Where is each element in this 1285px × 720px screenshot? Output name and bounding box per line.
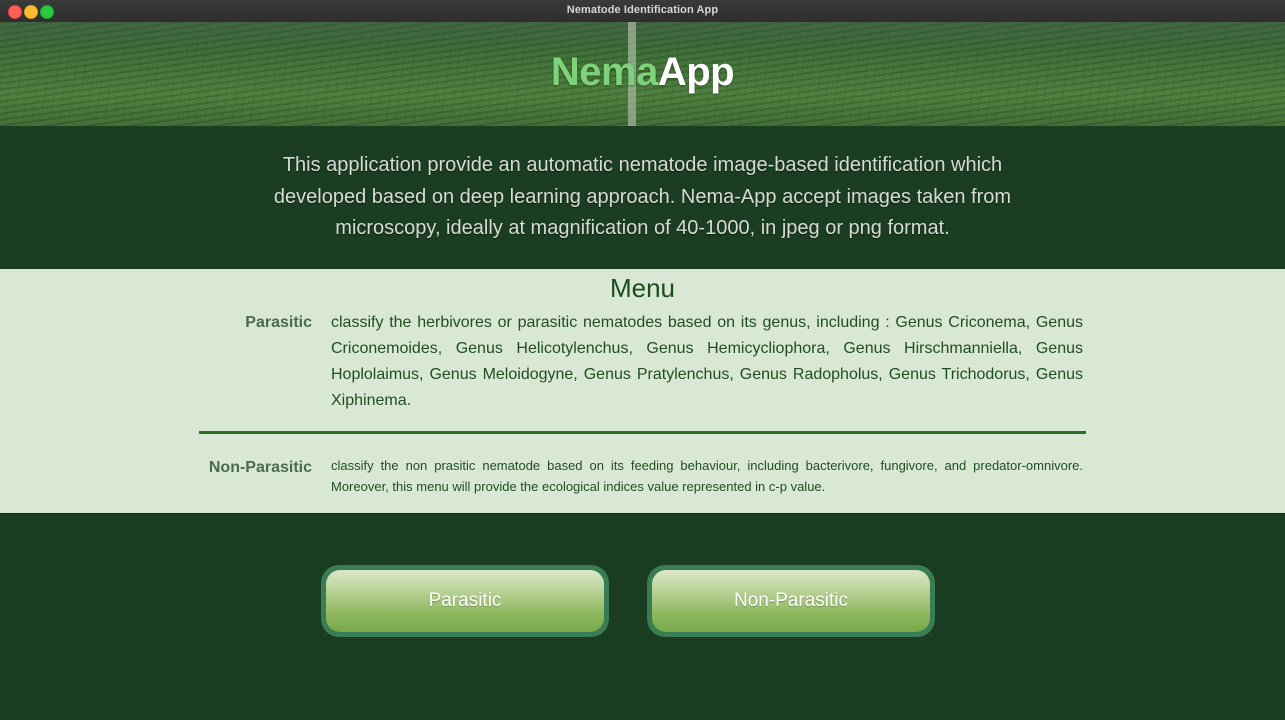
menu-divider	[199, 431, 1086, 434]
logo-part-nema: Nema	[550, 50, 658, 94]
parasitic-button-label[interactable]: Parasitic	[326, 570, 604, 632]
non-parasitic-button[interactable]: Non-Parasitic	[647, 565, 935, 637]
window-title: Nematode Identification App	[566, 4, 719, 16]
intro-section: This application provide an automatic ne…	[0, 126, 1285, 269]
app-window: Nematode Identification App NemaApp This…	[0, 0, 1285, 720]
app-logo: NemaApp	[0, 50, 1285, 95]
non-parasitic-button-label[interactable]: Non-Parasitic	[652, 570, 930, 632]
menu-title: Menu	[609, 273, 676, 303]
title-bar: Nematode Identification App	[0, 0, 1285, 23]
actions-section: Parasitic Non-Parasitic	[0, 514, 1285, 720]
menu-item-parasitic-label: Parasitic	[245, 314, 312, 331]
banner-haze	[0, 22, 1285, 52]
menu-item-nonparasitic-description: classify the non prasitic nematode based…	[331, 458, 1083, 494]
logo-part-app: App	[657, 50, 735, 94]
menu-item-nonparasitic-label: Non-Parasitic	[208, 459, 312, 476]
menu-section: Menu Parasitic classify the herbivores o…	[0, 269, 1285, 514]
menu-item-parasitic-description: classify the herbivores or parasitic nem…	[331, 314, 1083, 409]
parasitic-button[interactable]: Parasitic	[321, 565, 609, 637]
intro-description: This application provide an automatic ne…	[273, 154, 1012, 239]
header-banner: NemaApp	[0, 22, 1285, 126]
